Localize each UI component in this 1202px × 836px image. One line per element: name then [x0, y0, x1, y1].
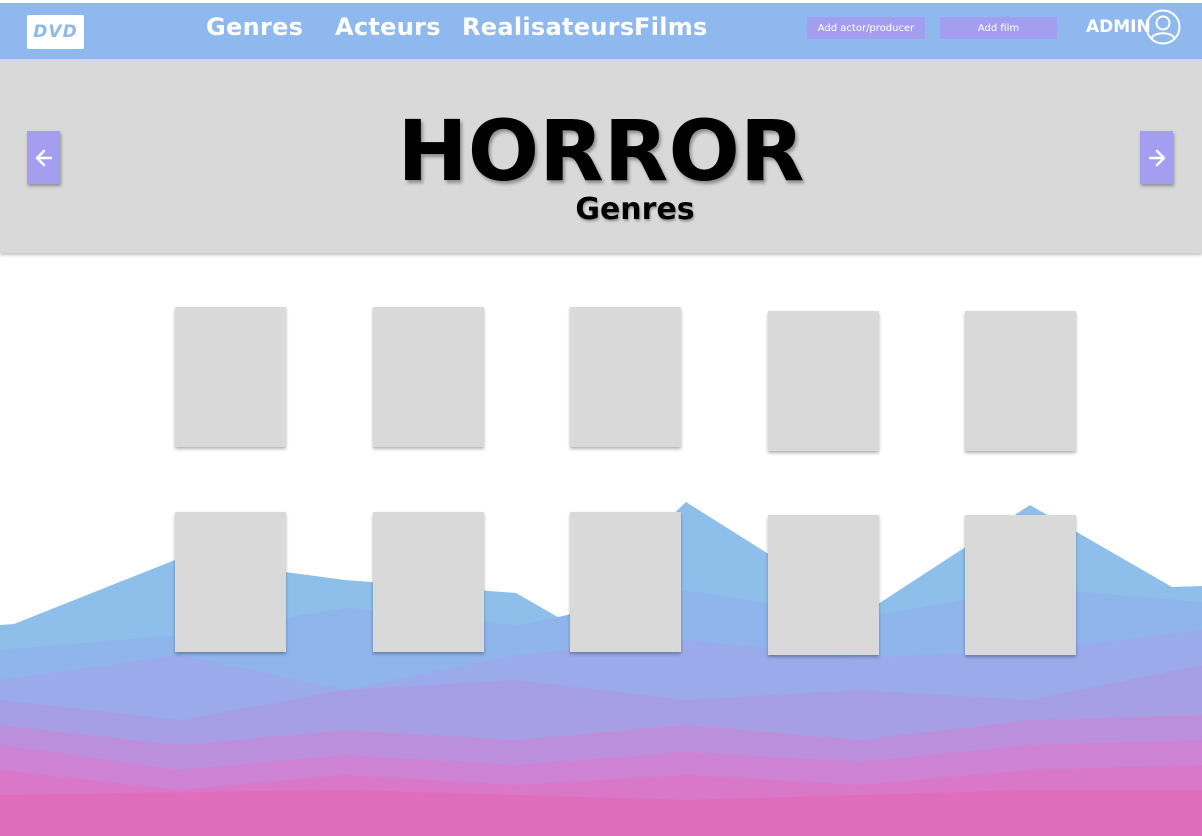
film-poster-5[interactable]: [965, 311, 1076, 451]
film-poster-6[interactable]: [175, 512, 286, 652]
add-actor-producer-button[interactable]: Add actor/producer: [807, 17, 925, 39]
genre-banner: HORROR Genres: [0, 59, 1202, 253]
film-poster-7[interactable]: [373, 512, 484, 652]
top-navbar: DVD Genres Acteurs Realisateurs Films Ad…: [0, 3, 1202, 59]
user-name-label: ADMIN: [1086, 17, 1151, 37]
arrow-right-icon: [1148, 149, 1165, 166]
nav-link-films[interactable]: Films: [634, 13, 708, 41]
user-circle-icon[interactable]: [1145, 9, 1181, 45]
film-poster-3[interactable]: [570, 307, 681, 447]
film-poster-10[interactable]: [965, 515, 1076, 655]
add-film-button[interactable]: Add film: [940, 17, 1057, 39]
genre-title: HORROR: [397, 102, 805, 200]
genre-subtitle: Genres: [575, 192, 695, 227]
film-poster-8[interactable]: [570, 512, 681, 652]
film-poster-1[interactable]: [175, 307, 286, 447]
nav-link-realisateurs[interactable]: Realisateurs: [462, 13, 634, 41]
film-poster-2[interactable]: [373, 307, 484, 447]
nav-link-acteurs[interactable]: Acteurs: [335, 13, 441, 41]
nav-link-genres[interactable]: Genres: [206, 13, 303, 41]
film-poster-9[interactable]: [768, 515, 879, 655]
dvd-logo[interactable]: DVD: [27, 15, 84, 49]
next-genre-button[interactable]: [1140, 131, 1173, 184]
logo-text: DVD: [33, 22, 78, 42]
film-poster-4[interactable]: [768, 311, 879, 451]
